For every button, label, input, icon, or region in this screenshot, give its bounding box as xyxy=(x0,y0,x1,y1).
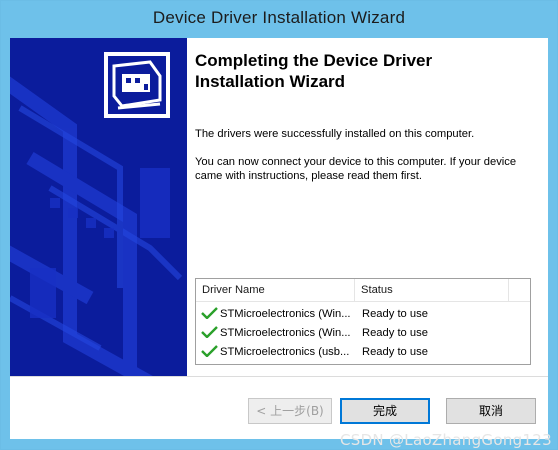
watermark: CSDN @LaoZhangGong123 xyxy=(339,431,552,449)
table-header: Driver Name Status xyxy=(196,279,530,302)
wizard-client-area: Completing the Device Driver Installatio… xyxy=(10,38,548,439)
connect-message: You can now connect your device to this … xyxy=(195,156,517,182)
table-row[interactable]: STMicroelectronics (Win... Ready to use xyxy=(196,324,530,343)
wizard-banner xyxy=(10,38,187,376)
cancel-button[interactable]: 取消 xyxy=(446,398,536,424)
table-row[interactable]: STMicroelectronics (Win... Ready to use xyxy=(196,305,530,324)
hardware-card-icon xyxy=(104,52,170,118)
page-heading: Completing the Device Driver Installatio… xyxy=(195,51,433,91)
wizard-window: Device Driver Installation Wizard Comple… xyxy=(0,0,558,450)
driver-name-cell: STMicroelectronics (Win... xyxy=(201,324,356,343)
back-button[interactable]: < 上一步(B) xyxy=(248,398,332,424)
success-message: The drivers were successfully installed … xyxy=(195,128,475,140)
driver-name: STMicroelectronics (usb... xyxy=(220,346,350,358)
green-check-icon xyxy=(201,345,218,357)
driver-name-cell: STMicroelectronics (Win... xyxy=(201,305,356,324)
column-header-driver-name[interactable]: Driver Name xyxy=(196,279,355,301)
driver-name-cell: STMicroelectronics (usb... xyxy=(201,343,356,362)
column-header-status[interactable]: Status xyxy=(355,279,509,301)
driver-status: Ready to use xyxy=(362,308,428,320)
button-area-divider xyxy=(10,376,548,377)
banner-graphic xyxy=(10,52,183,376)
finish-button[interactable]: 完成 xyxy=(340,398,430,424)
table-row[interactable]: STMicroelectronics (usb... Ready to use xyxy=(196,343,530,362)
window-title: Device Driver Installation Wizard xyxy=(152,8,406,27)
driver-status: Ready to use xyxy=(362,327,428,339)
driver-status-table[interactable]: Driver Name Status STMicroelectronics (W… xyxy=(195,278,531,365)
green-check-icon xyxy=(201,307,218,319)
title-bar[interactable]: Device Driver Installation Wizard xyxy=(1,1,557,38)
green-check-icon xyxy=(201,326,218,338)
wizard-content: Completing the Device Driver Installatio… xyxy=(187,38,548,376)
driver-status: Ready to use xyxy=(362,346,428,358)
driver-name: STMicroelectronics (Win... xyxy=(220,308,351,320)
driver-name: STMicroelectronics (Win... xyxy=(220,327,351,339)
